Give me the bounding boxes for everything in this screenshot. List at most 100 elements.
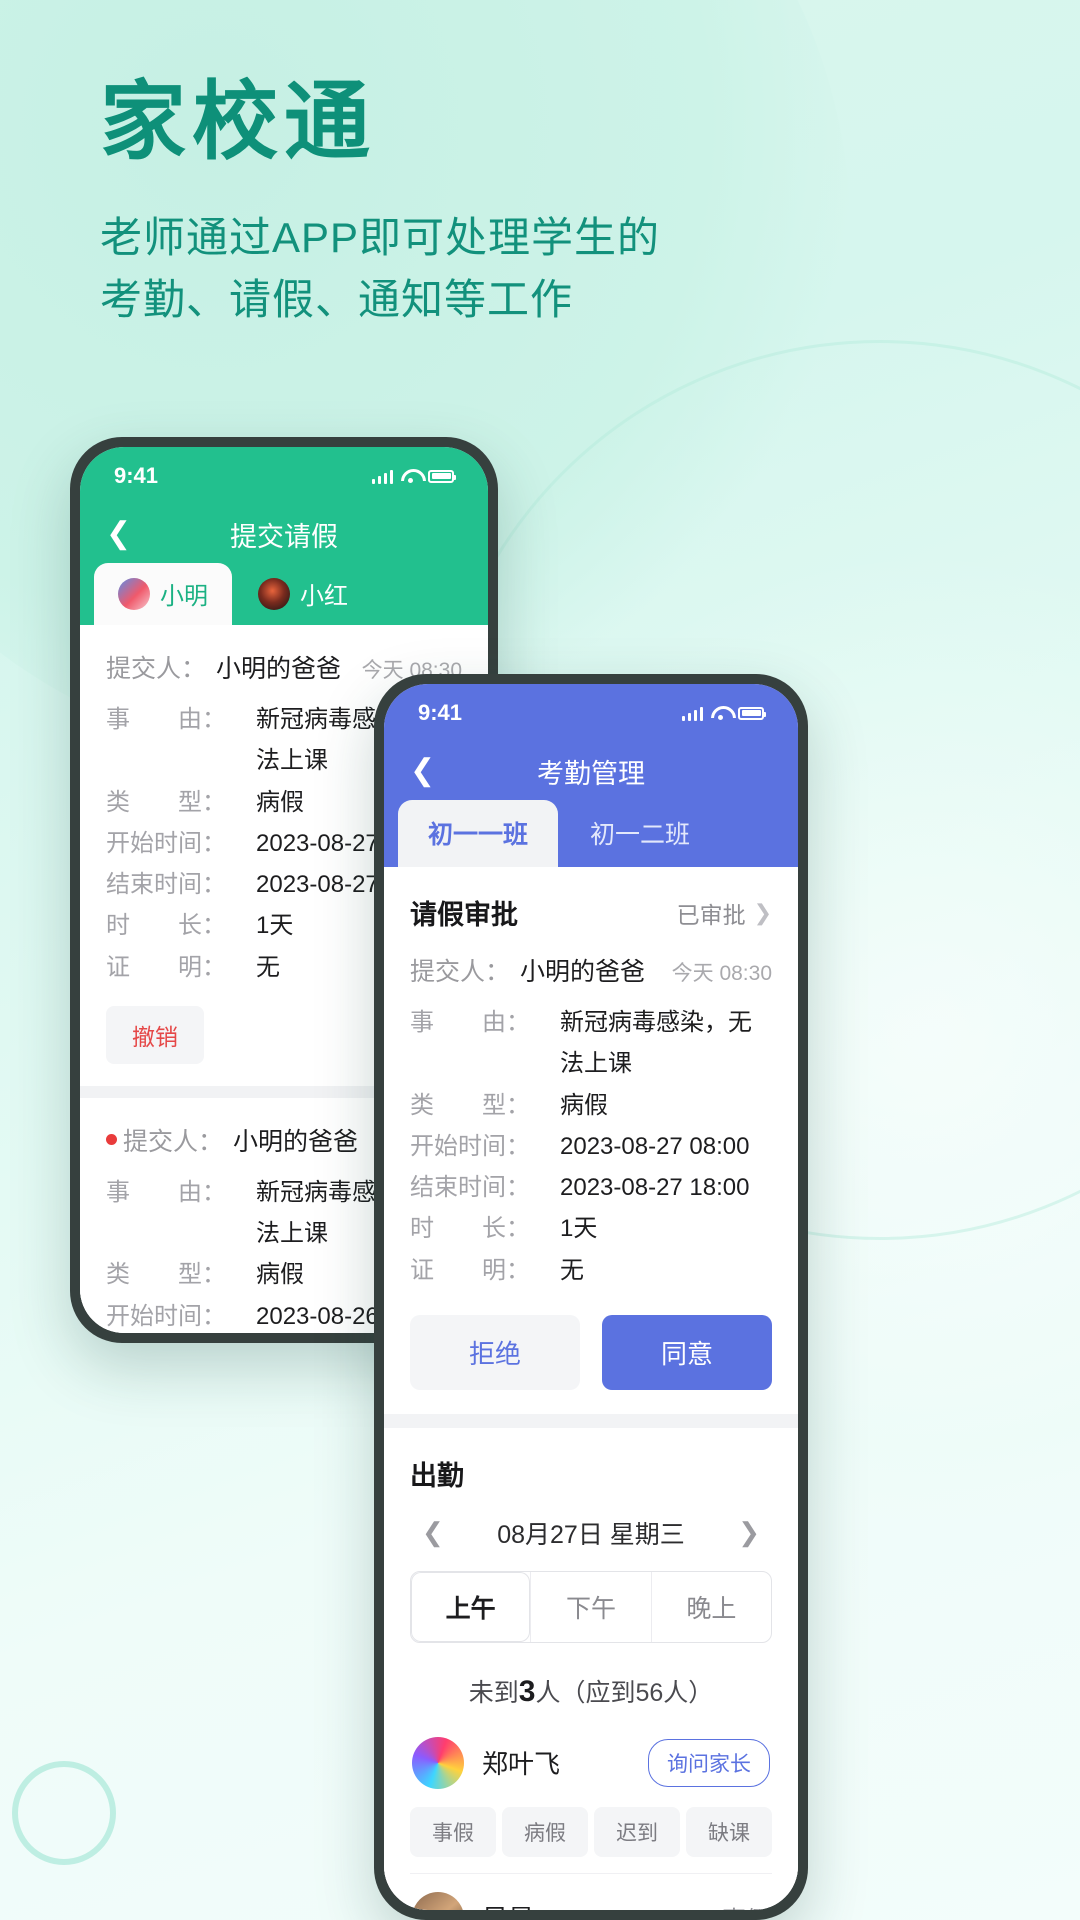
tab-student-xiaohong[interactable]: 小红 (234, 563, 372, 625)
chevron-right-icon[interactable]: ❯ (738, 1517, 760, 1548)
approval-status[interactable]: 已审批 ❯ (677, 896, 772, 930)
detail-value: 1天 (256, 912, 294, 940)
avatar (118, 577, 150, 610)
detail-key: 开始时间： (106, 1302, 226, 1330)
avatar (412, 1891, 464, 1910)
battery-icon (738, 706, 766, 720)
detail-value: 病假 (256, 1261, 304, 1289)
list-item[interactable]: 吴昊 事假 (410, 1874, 772, 1910)
agree-button[interactable]: 同意 (602, 1314, 772, 1390)
submitter: 提交人： 小明的爸爸 (410, 952, 645, 988)
tab-class-2[interactable]: 初一二班 (560, 800, 720, 867)
absent-summary: 未到3人（应到56人） (410, 1643, 772, 1719)
hero-section: 家校通 老师通过APP即可处理学生的 考勤、请假、通知等工作 (100, 72, 660, 330)
nav-bar: ❮ 提交请假 (80, 505, 488, 563)
detail-value: 1天 (560, 1215, 598, 1243)
chevron-left-icon[interactable]: ❮ (422, 1517, 444, 1548)
submitter-label: 提交人： (410, 958, 511, 986)
nav-title: 考勤管理 (537, 758, 645, 789)
tag-absent[interactable]: 缺课 (686, 1806, 772, 1857)
wifi-icon (401, 469, 420, 483)
submitter-label: 提交人： (123, 1127, 224, 1156)
tab-label: 初一一班 (428, 821, 529, 849)
status-time: 9:41 (418, 700, 463, 725)
reject-button[interactable]: 拒绝 (410, 1314, 580, 1390)
class-tab-bar: 初一一班 初一二班 (384, 800, 798, 867)
detail-key: 开始时间： (410, 1132, 530, 1160)
signal-icon (681, 705, 703, 721)
section-title: 出勤 (410, 1460, 464, 1491)
chevron-left-icon[interactable]: ❮ (106, 519, 131, 549)
segment-evening[interactable]: 晚上 (650, 1571, 771, 1642)
detail-row: 开始时间： 2023-08-27 08:00 (410, 1126, 772, 1167)
tab-label: 小红 (300, 583, 348, 610)
detail-key: 类 型： (410, 1091, 530, 1119)
student-list: 郑叶飞 询问家长 事假 病假 迟到 缺课 吴昊 事假 (410, 1719, 772, 1910)
page-title: 家校通 (100, 74, 376, 170)
ask-parent-button[interactable]: 询问家长 (648, 1738, 770, 1787)
status-tag-row: 事假 病假 迟到 缺课 (410, 1799, 772, 1874)
battery-icon (428, 469, 456, 483)
status-bar: 9:41 (384, 684, 798, 742)
submitter-name: 小明的爸爸 (520, 958, 646, 986)
detail-key: 结束时间： (410, 1174, 530, 1202)
list-item[interactable]: 郑叶飞 询问家长 (410, 1719, 772, 1799)
detail-key: 证 明： (410, 1256, 530, 1284)
leave-type-label: 事假 (722, 1900, 770, 1910)
attendance-section: 出勤 ❮ 08月27日 星期三 ❯ 上午 下午 晚上 未到3人（应到56人） 郑… (384, 1427, 798, 1910)
wifi-icon (711, 706, 730, 720)
detail-row: 类 型： 病假 (410, 1085, 772, 1126)
hero-subtitle: 老师通过APP即可处理学生的 考勤、请假、通知等工作 (100, 207, 660, 330)
tag-late[interactable]: 迟到 (594, 1806, 680, 1857)
detail-value: 2023-08-27 18:00 (560, 1174, 750, 1202)
detail-value: 无 (256, 953, 280, 981)
segment-afternoon[interactable]: 下午 (530, 1571, 650, 1642)
revoke-button[interactable]: 撤销 (106, 1005, 204, 1064)
absent-prefix: 未到 (468, 1678, 519, 1707)
segment-morning[interactable]: 上午 (411, 1571, 531, 1642)
detail-value: 病假 (560, 1091, 608, 1119)
detail-key: 事 由： (410, 1009, 530, 1036)
detail-key: 事 由： (106, 1178, 226, 1206)
tab-bar: 小明 小红 (80, 563, 488, 625)
detail-key: 证 明： (106, 953, 226, 981)
tab-label: 初一二班 (590, 821, 691, 849)
detail-value: 新冠病毒感染，无法上课 (560, 1009, 752, 1078)
tab-label: 小明 (160, 583, 208, 610)
detail-value: 无 (560, 1256, 584, 1284)
current-date: 08月27日 星期三 (497, 1520, 685, 1549)
unread-dot-icon (106, 1134, 117, 1146)
detail-key: 类 型： (106, 1261, 226, 1289)
detail-value: 2023-08-27 08:00 (560, 1132, 750, 1160)
tag-sick-leave[interactable]: 病假 (502, 1806, 588, 1857)
approval-submitter-row: 提交人： 小明的爸爸 今天 08:30 (410, 952, 772, 988)
chevron-right-icon: ❯ (753, 899, 772, 925)
tab-student-xiaoming[interactable]: 小明 (94, 563, 232, 625)
section-title: 请假审批 (410, 900, 518, 930)
avatar (412, 1736, 464, 1789)
hero-subtitle-line-1: 老师通过APP即可处理学生的 (100, 214, 661, 262)
phone-right-screen: 9:41 ❮ 考勤管理 初一一班 初一二班 请假审批 已审批 ❯ 提交人： 小明… (384, 684, 798, 1910)
avatar (258, 577, 290, 610)
nav-title: 提交请假 (230, 521, 338, 552)
student-name: 吴昊 (482, 1899, 722, 1910)
nav-bar: ❮ 考勤管理 (384, 742, 798, 800)
tab-class-1[interactable]: 初一一班 (398, 800, 559, 867)
submitter-name: 小明的爸爸 (233, 1127, 359, 1156)
leave-approval-header: 请假审批 已审批 ❯ (410, 893, 772, 932)
detail-row: 结束时间： 2023-08-27 18:00 (410, 1167, 772, 1208)
background-ring (12, 1761, 116, 1865)
chevron-left-icon[interactable]: ❮ (410, 756, 435, 786)
detail-row: 证 明： 无 (410, 1250, 772, 1291)
detail-key: 类 型： (106, 788, 226, 816)
student-name: 郑叶飞 (482, 1749, 561, 1780)
submitter: 提交人： 小明的爸爸 (106, 1122, 358, 1158)
phone-mockup-right: 9:41 ❮ 考勤管理 初一一班 初一二班 请假审批 已审批 ❯ 提交人： 小明… (374, 674, 808, 1920)
detail-value: 病假 (256, 788, 304, 816)
tag-personal-leave[interactable]: 事假 (410, 1806, 496, 1857)
status-bar: 9:41 (80, 447, 488, 505)
leave-approval-section: 请假审批 已审批 ❯ 提交人： 小明的爸爸 今天 08:30 事 由： 新冠病毒感… (384, 867, 798, 1414)
attendance-page: 请假审批 已审批 ❯ 提交人： 小明的爸爸 今天 08:30 事 由： 新冠病毒感… (384, 867, 798, 1910)
date-navigator: ❮ 08月27日 星期三 ❯ (410, 1511, 772, 1571)
detail-key: 时 长： (106, 912, 226, 940)
